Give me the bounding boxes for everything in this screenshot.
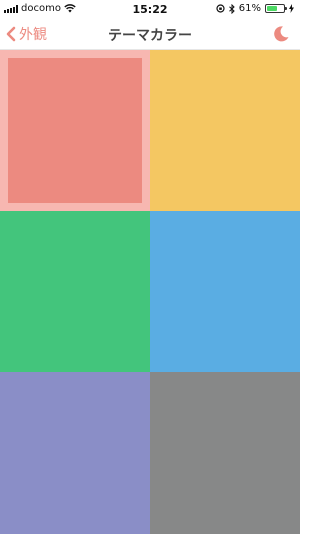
orientation-lock-icon	[216, 4, 225, 13]
battery-icon	[265, 4, 287, 13]
battery-percent: 61%	[238, 3, 261, 14]
status-bar: docomo 15:22 61%	[0, 0, 300, 18]
page-title: テーマカラー	[108, 28, 192, 44]
color-swatch-green[interactable]	[0, 211, 150, 372]
color-swatch-purple[interactable]	[0, 372, 150, 534]
color-swatch-yellow[interactable]	[150, 50, 300, 211]
selected-swatch-inner	[8, 58, 142, 203]
bluetooth-icon	[228, 3, 235, 14]
status-right: 61%	[216, 3, 294, 14]
charging-icon	[289, 4, 294, 13]
color-swatch-blue[interactable]	[150, 211, 300, 372]
theme-color-grid	[0, 50, 300, 534]
navigation-bar: 外観 テーマカラー	[0, 18, 300, 50]
color-swatch-gray[interactable]	[150, 372, 300, 534]
battery-level	[267, 6, 277, 11]
color-swatch-pink[interactable]	[0, 50, 150, 211]
moon-icon[interactable]	[272, 25, 290, 43]
